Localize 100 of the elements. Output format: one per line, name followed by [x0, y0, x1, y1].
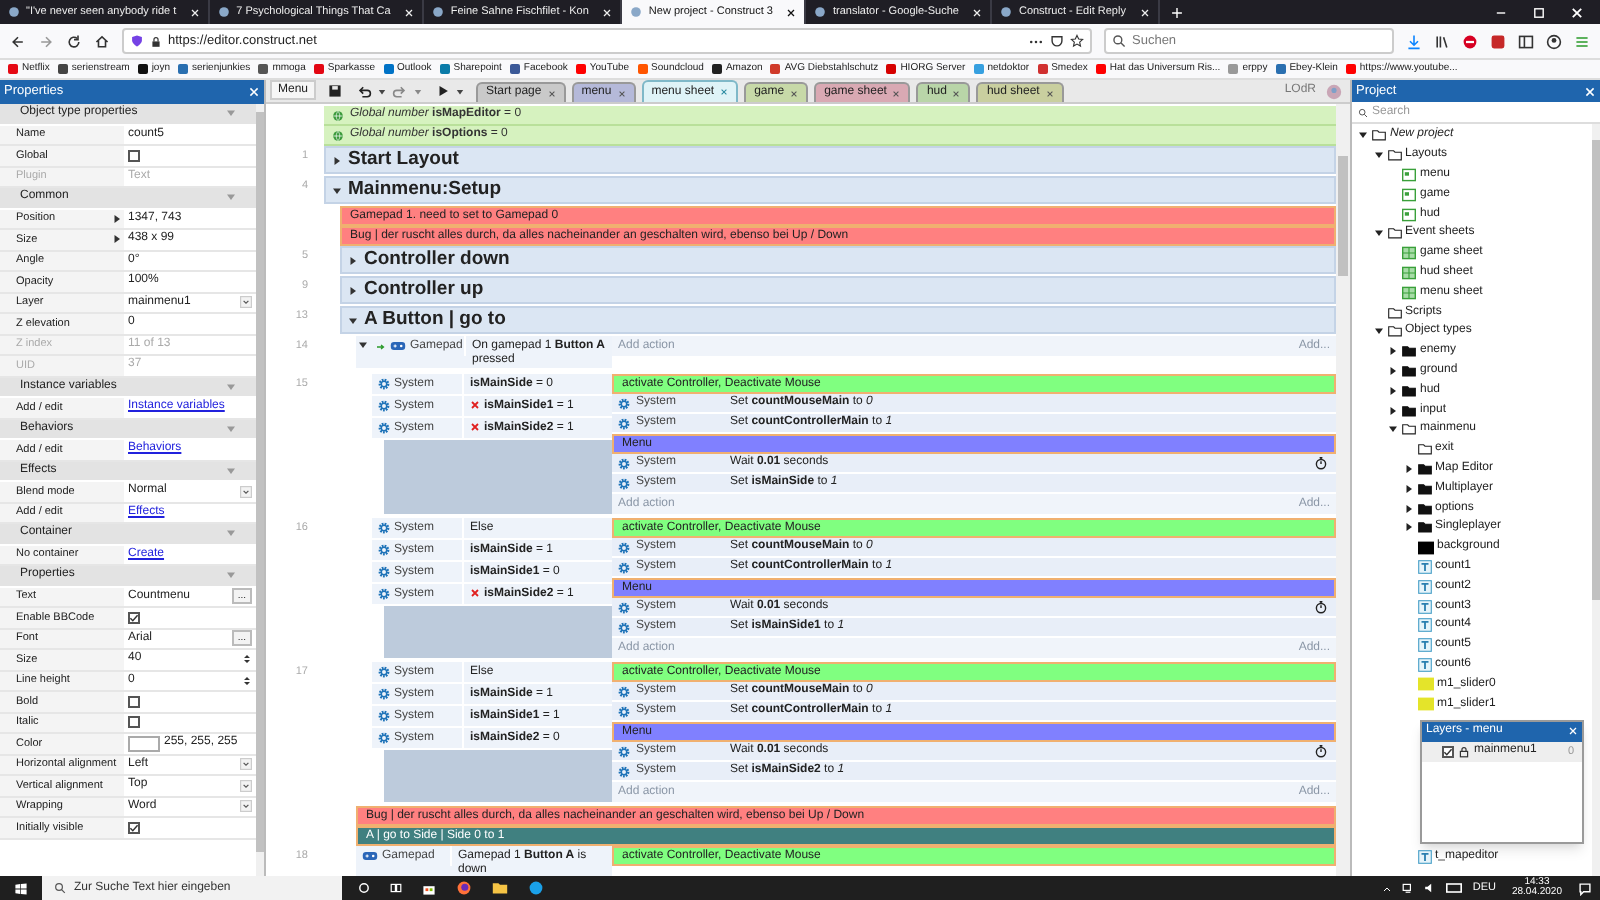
expand-icon[interactable]	[1373, 326, 1383, 337]
firefox-icon[interactable]	[456, 880, 472, 896]
checkbox[interactable]	[1442, 745, 1454, 758]
close-icon	[720, 88, 729, 96]
account-icon[interactable]	[1546, 33, 1562, 49]
close-icon	[892, 89, 901, 97]
notification-icon[interactable]	[1578, 881, 1592, 895]
search-icon	[1112, 34, 1126, 48]
expand-icon[interactable]	[1403, 483, 1413, 494]
home-icon[interactable]	[94, 33, 110, 49]
event-sheet-icon	[1402, 285, 1416, 300]
expand-icon[interactable]	[1388, 365, 1398, 376]
text-object-icon	[1417, 599, 1431, 614]
group-header[interactable]: Mainmenu:Setup	[324, 176, 1336, 204]
close-icon	[404, 7, 415, 17]
undo-icon[interactable]	[356, 83, 373, 99]
new-tab-icon	[1169, 5, 1184, 19]
expand-icon[interactable]	[1388, 405, 1398, 416]
start-icon[interactable]	[14, 881, 28, 895]
extension-icon[interactable]	[1490, 33, 1506, 49]
forward-icon[interactable]	[38, 33, 54, 49]
star-icon[interactable]	[1070, 34, 1084, 48]
group-header[interactable]: Start Layout	[324, 146, 1336, 174]
caret-icon	[414, 87, 423, 95]
lock-icon	[150, 35, 162, 47]
group-header[interactable]: Controller down	[340, 246, 1336, 274]
collapse-icon	[226, 108, 236, 119]
expand-icon[interactable]	[1388, 424, 1398, 435]
expand-icon[interactable]	[1373, 150, 1383, 161]
store-icon[interactable]	[422, 881, 436, 895]
color-swatch[interactable]	[128, 735, 160, 752]
expand-icon[interactable]	[1373, 228, 1383, 239]
trigger-arrow-icon	[376, 341, 386, 351]
stopwatch-icon	[1314, 600, 1328, 614]
checkbox[interactable]	[128, 611, 140, 624]
scrollbar-thumb[interactable]	[1592, 140, 1600, 600]
close-icon[interactable]	[1584, 85, 1596, 97]
play-icon[interactable]	[436, 84, 451, 98]
spinner-icon[interactable]	[242, 673, 252, 688]
close-icon	[790, 89, 799, 97]
expand-icon[interactable]	[1403, 522, 1413, 533]
shield-icon	[130, 34, 144, 48]
checkbox[interactable]	[128, 716, 140, 729]
library-icon[interactable]	[1434, 33, 1450, 49]
lock-icon	[1458, 745, 1470, 758]
close-icon[interactable]	[248, 86, 260, 98]
cortana-icon[interactable]	[358, 882, 370, 894]
checkbox[interactable]	[128, 149, 140, 162]
maximize-icon	[1532, 5, 1546, 19]
search-icon	[54, 882, 66, 894]
collapse-icon	[226, 465, 236, 476]
close-icon	[972, 7, 983, 17]
expand-icon[interactable]	[1403, 503, 1413, 514]
gamepad-icon	[362, 848, 378, 864]
expand-icon[interactable]	[1388, 346, 1398, 357]
stopwatch-icon	[1314, 744, 1328, 758]
event-sheet-icon	[1402, 265, 1416, 280]
reload-icon[interactable]	[66, 33, 82, 49]
close-icon[interactable]	[1568, 726, 1578, 737]
caret-icon	[378, 87, 387, 95]
collapse-icon	[226, 528, 236, 539]
collapse-icon	[226, 423, 236, 434]
download-icon[interactable]	[1406, 33, 1422, 49]
close-icon	[952, 89, 961, 97]
redo-icon[interactable]	[392, 83, 409, 99]
scrollbar-thumb[interactable]	[1338, 156, 1348, 276]
text-object-icon	[1417, 850, 1431, 865]
close-icon	[617, 89, 626, 97]
pocket-icon[interactable]	[1050, 34, 1064, 48]
spinner-icon[interactable]	[242, 652, 252, 667]
stop-icon[interactable]	[1462, 33, 1478, 49]
text-object-icon	[1417, 657, 1431, 672]
check-icon	[128, 611, 140, 624]
globe-icon	[332, 109, 344, 121]
close-icon	[1045, 89, 1054, 97]
expand-icon[interactable]	[1388, 385, 1398, 396]
collapse-icon	[226, 192, 236, 203]
expand-icon[interactable]	[1403, 463, 1413, 474]
layout-icon	[1402, 207, 1416, 222]
close-icon	[602, 7, 613, 17]
close-icon	[1139, 7, 1150, 17]
collapse-icon	[226, 381, 236, 392]
task-view-icon[interactable]	[390, 882, 402, 894]
group-header[interactable]: A Button | go to	[340, 306, 1336, 334]
folder-icon[interactable]	[492, 880, 508, 896]
globe-icon	[332, 129, 344, 141]
gamepad-icon	[390, 338, 406, 354]
event-sheet-icon	[1402, 246, 1416, 261]
checkbox[interactable]	[128, 821, 140, 834]
group-header[interactable]: Controller up	[340, 276, 1336, 304]
sidebar-icon[interactable]	[1518, 33, 1534, 49]
close-icon	[547, 89, 556, 97]
keyboard-icon	[1446, 880, 1463, 896]
save-icon[interactable]	[328, 84, 343, 98]
expand-icon[interactable]	[1358, 130, 1368, 141]
layout-icon	[1402, 167, 1416, 182]
back-icon[interactable]	[10, 33, 26, 49]
checkbox[interactable]	[128, 695, 140, 708]
close-icon	[1570, 5, 1584, 19]
check-icon	[1442, 745, 1454, 758]
